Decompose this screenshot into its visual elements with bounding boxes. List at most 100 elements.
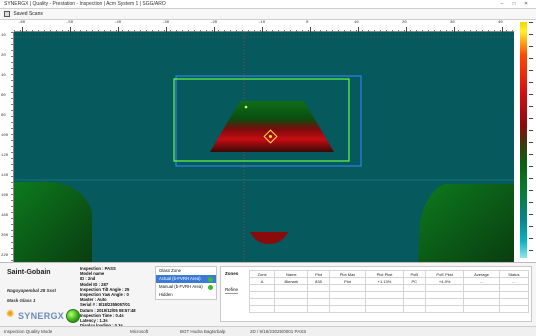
top-ruler-label: 30	[450, 21, 455, 25]
left-ruler-minor-tick	[11, 44, 13, 45]
zones-cell-empty	[365, 305, 404, 313]
left-ruler-minor-tick	[11, 110, 13, 111]
left-ruler-minor-tick	[11, 194, 13, 195]
top-ruler-label: 20	[402, 21, 407, 25]
zones-cell: PC	[402, 277, 426, 285]
left-ruler-label: 80	[1, 114, 6, 118]
left-ruler-minor-tick	[11, 200, 13, 201]
color-scale-ticks	[529, 22, 535, 258]
top-ruler-label: -50	[66, 21, 74, 25]
camera-list-label: Manual (b-FVRH Area)	[159, 284, 203, 289]
zones-cell-empty	[463, 305, 500, 313]
toolbar: Saved Scans	[0, 9, 536, 20]
scan-plot[interactable]	[14, 32, 514, 262]
status-left: Inspection Quality Mode	[4, 329, 53, 334]
left-ruler-minor-tick	[11, 92, 13, 93]
status-bar: Inspection Quality Mode Microsoft BGT Hu…	[0, 326, 536, 336]
color-scale-strip	[520, 22, 527, 258]
minimize-button[interactable]: –	[496, 0, 508, 8]
inspection-info-panel: Inspection : PASS Model name ID : 2nd Model…	[80, 266, 150, 328]
status-mid1: Microsoft	[130, 329, 149, 334]
zones-header-cell: Average	[463, 270, 500, 278]
camera-list-item[interactable]: Hidden	[156, 291, 216, 299]
left-ruler-minor-tick	[11, 236, 13, 237]
table-row-empty	[248, 291, 530, 299]
top-ruler-label: 40	[498, 21, 503, 25]
zones-cell-empty	[248, 298, 276, 306]
left-ruler-label: 180	[1, 214, 9, 218]
color-scale-tick	[529, 106, 533, 107]
left-ruler-minor-tick	[11, 242, 13, 243]
zones-cell-empty	[307, 298, 330, 306]
maximize-button[interactable]: □	[508, 0, 520, 8]
top-ruler-label: 0	[306, 21, 309, 25]
zones-cell-empty	[328, 305, 367, 313]
zones-header-cell: Plot Pkst	[365, 270, 404, 278]
color-scale-tick	[529, 34, 533, 35]
left-ruler-minor-tick	[11, 140, 13, 141]
right-edge-shape	[418, 184, 514, 262]
zones-cell-empty	[424, 291, 465, 299]
left-ruler-minor-tick	[11, 128, 13, 129]
status-mid2: BGT Hudra Bagtsrbalp	[180, 329, 226, 334]
zones-header-row: Zone Name Plot Plot Max Plot Pkst PoB PoE Pkst…	[248, 270, 530, 278]
left-ruler-minor-tick	[11, 176, 13, 177]
zones-cell-empty	[328, 291, 367, 299]
zones-cell-empty	[498, 291, 530, 299]
left-ruler-minor-tick	[11, 116, 13, 117]
zones-cell-empty	[498, 305, 530, 313]
color-scale-tick	[529, 130, 533, 131]
zones-cell-empty	[498, 284, 530, 292]
zones-header-cell: PoB	[402, 270, 426, 278]
color-scale-tick	[529, 22, 533, 23]
left-ruler-label: 140	[1, 174, 9, 178]
zones-cell: A	[248, 277, 276, 285]
color-scale-tick	[529, 82, 533, 83]
color-scale-tick	[529, 250, 533, 251]
camera-list-item[interactable]: Actual (b-FVRH Area)	[156, 275, 216, 283]
table-row-empty	[248, 305, 530, 313]
left-ruler-label: 120	[1, 154, 9, 158]
zones-cell: Bkmark	[274, 277, 309, 285]
top-ruler: -60 -50 -40 -30 -20 -10 0 10 20 30 40	[14, 20, 514, 32]
camera-list-label: Glass Zone	[159, 268, 181, 273]
saved-scans-button[interactable]: Saved Scans	[13, 11, 42, 17]
left-ruler-minor-tick	[11, 134, 13, 135]
scan-heatmap	[14, 32, 514, 262]
camera-list[interactable]: Glass Zone Actual (b-FVRH Area) Manual (b-…	[155, 266, 217, 300]
left-ruler-minor-tick	[11, 62, 13, 63]
table-row[interactable]: A Bkmark 835 Plot +1.13% PC +4.9%......	[248, 277, 530, 285]
left-ruler-label: 200	[1, 234, 9, 238]
zones-panel: Zones Refine Zone Name Plot Plot Max Plot Pk…	[220, 266, 532, 322]
zones-cell-empty	[365, 284, 404, 292]
camera-list-label: Actual (b-FVRH Area)	[159, 276, 201, 281]
company-location: Nagoyapembal 28 Ssst	[7, 288, 57, 293]
left-ruler-minor-tick	[11, 104, 13, 105]
zones-cell-empty	[463, 298, 500, 306]
zones-cell-empty	[498, 298, 530, 306]
logo-text: SYNERGX	[18, 311, 65, 321]
zones-cell-empty	[424, 305, 465, 313]
camera-list-item[interactable]: Glass Zone	[156, 267, 216, 275]
left-ruler-minor-tick	[11, 56, 13, 57]
company-panel: Saint-Gobain Nagoyapembal 28 Ssst Mask G…	[3, 266, 80, 324]
left-ruler-label: 10	[1, 34, 6, 38]
status-light-icon	[66, 309, 80, 323]
camera-list-item[interactable]: Manual (b-FVRH Area)	[156, 283, 216, 291]
zones-cell: ...	[463, 277, 500, 285]
zones-cell-empty	[424, 284, 465, 292]
refine-button[interactable]: Refine	[225, 287, 239, 294]
synergx-logo-icon: ✺	[6, 309, 15, 320]
left-ruler-minor-tick	[11, 254, 13, 255]
color-scale-tick	[529, 70, 533, 71]
title-bar: SYNERGX | Quality - Prestation - Inspect…	[0, 0, 536, 9]
left-ruler-minor-tick	[11, 98, 13, 99]
zones-label: Zones	[225, 271, 239, 276]
zones-cell: Plot	[328, 277, 367, 285]
color-scale-tick	[529, 118, 533, 119]
left-ruler-minor-tick	[11, 74, 13, 75]
left-ruler-minor-tick	[11, 206, 13, 207]
saved-scans-icon[interactable]	[4, 10, 10, 17]
zones-cell-empty	[328, 298, 367, 306]
close-button[interactable]: ✕	[520, 0, 532, 8]
